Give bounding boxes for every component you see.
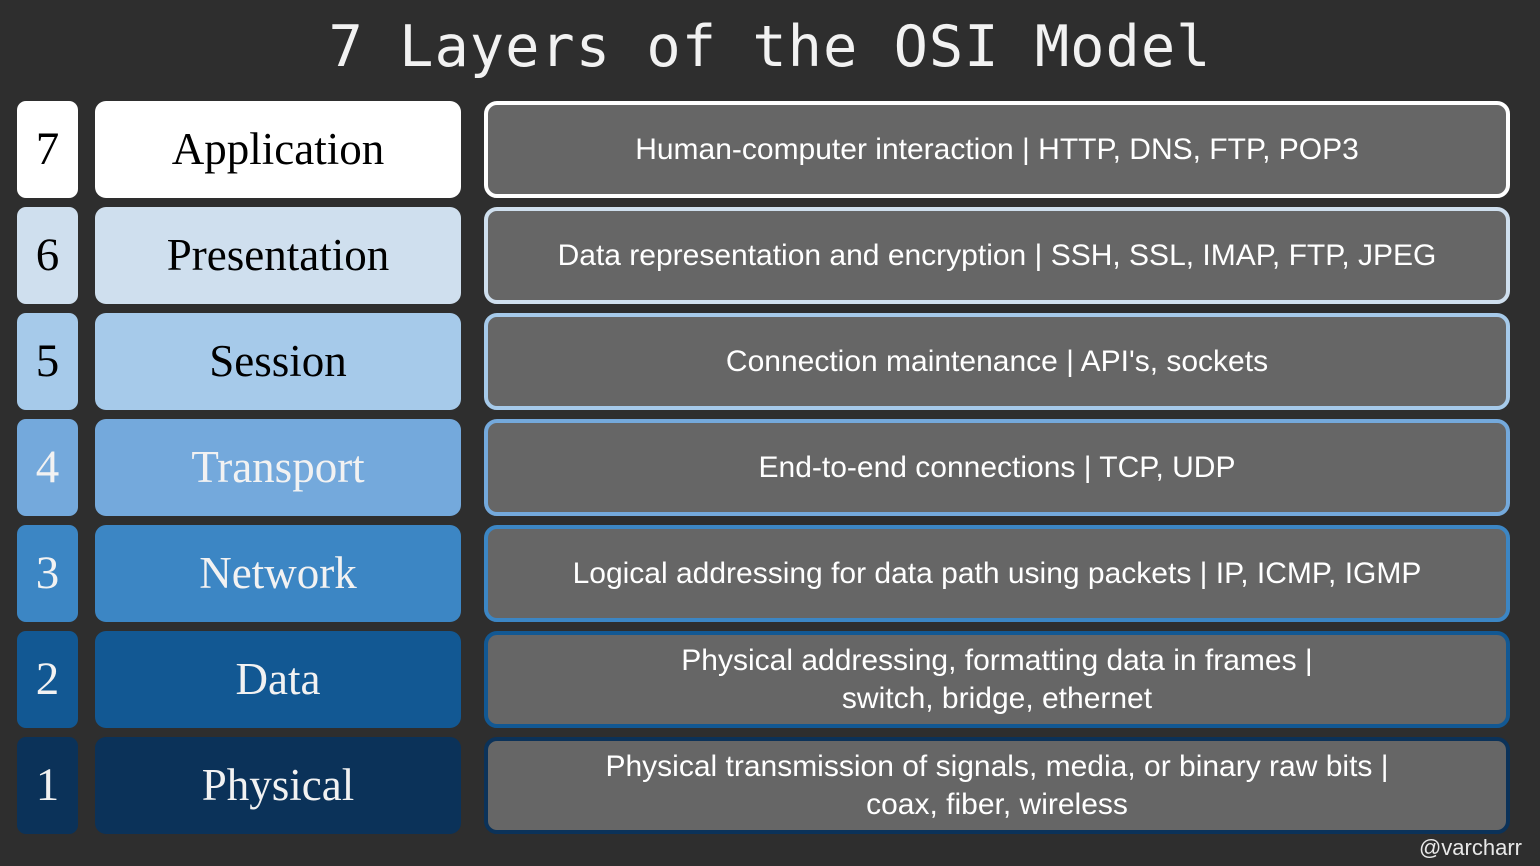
layer-number-badge: 6 [17, 207, 78, 304]
layer-row: 4 Transport End-to-end connections | TCP, … [0, 419, 1540, 516]
layer-number-badge: 7 [17, 101, 78, 198]
layer-description-box: Human-computer interaction | HTTP, DNS, … [484, 101, 1510, 198]
layer-row: 7 Application Human-computer interaction |… [0, 101, 1540, 198]
layer-description-text: Human-computer interaction | HTTP, DNS, … [635, 132, 1359, 166]
layer-description-box: Physical transmission of signals, media,… [484, 737, 1510, 834]
layer-row: 3 Network Logical addressing for data path… [0, 525, 1540, 622]
layer-number-badge: 4 [17, 419, 78, 516]
layer-name-box: Network [95, 525, 461, 622]
layer-name-box: Physical [95, 737, 461, 834]
layer-name-box: Application [95, 101, 461, 198]
layer-row: 2 Data Physical addressing, formatting dat… [0, 631, 1540, 728]
layer-description-text: Connection maintenance | API's, sockets [725, 344, 1269, 378]
layer-row: 1 Physical Physical transmission of signal… [0, 737, 1540, 834]
layer-row: 6 Presentation Data representation and enc… [0, 207, 1540, 304]
layer-description-box: End-to-end connections | TCP, UDP [484, 419, 1510, 516]
layer-name-box: Session [95, 313, 461, 410]
layer-number-badge: 1 [17, 737, 78, 834]
layer-row: 5 Session Connection maintenance | API's, … [0, 313, 1540, 410]
layer-number-badge: 5 [17, 313, 78, 410]
layer-number-badge: 3 [17, 525, 78, 622]
layer-description-box: Physical addressing, formatting data in … [484, 631, 1510, 728]
layer-description-box: Logical addressing for data path using p… [484, 525, 1510, 622]
layer-description-text: Physical addressing, formatting data in … [681, 643, 1313, 715]
layer-list: 7 Application Human-computer interaction |… [0, 101, 1540, 841]
osi-model-poster: 7 Layers of the OSI Model 7 Application Hu… [0, 0, 1540, 866]
layer-description-box: Connection maintenance | API's, sockets [484, 313, 1510, 410]
page-title: 7 Layers of the OSI Model [328, 14, 1212, 80]
watermark-credit: @varcharr [1418, 835, 1522, 860]
layer-description-text: Data representation and encryption | SSH… [557, 238, 1437, 272]
layer-description-text: End-to-end connections | TCP, UDP [758, 450, 1236, 484]
layer-description-text: Logical addressing for data path using p… [572, 556, 1422, 590]
layer-number-badge: 2 [17, 631, 78, 728]
layer-description-text: Physical transmission of signals, media,… [605, 749, 1389, 821]
layer-name-box: Data [95, 631, 461, 728]
layer-name-box: Transport [95, 419, 461, 516]
layer-name-box: Presentation [95, 207, 461, 304]
layer-description-box: Data representation and encryption | SSH… [484, 207, 1510, 304]
